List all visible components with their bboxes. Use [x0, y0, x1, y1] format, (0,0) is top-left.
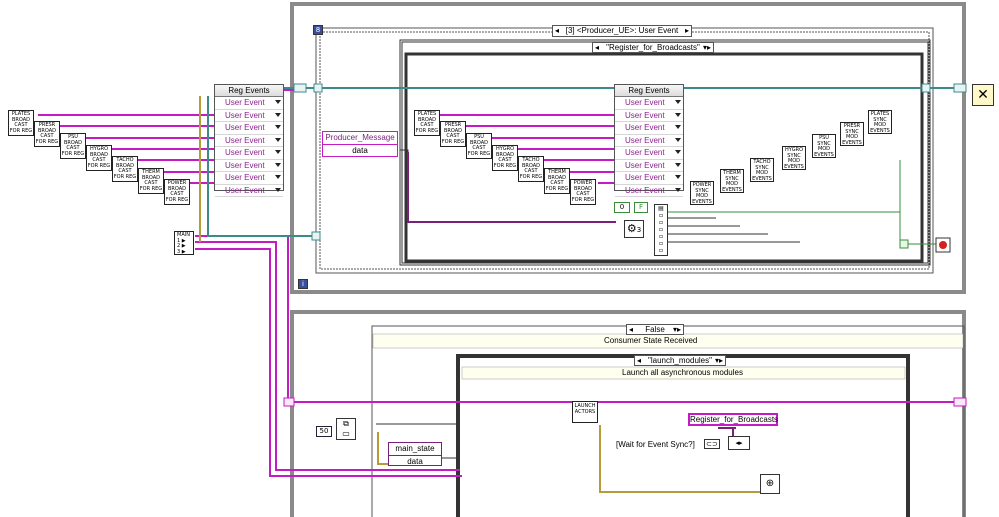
clear-errors-icon[interactable]: ✕ [972, 84, 994, 106]
therm-broadcast-node[interactable]: THERM BROAD CAST FOR REG [138, 168, 164, 194]
event-selector-label: [3] <Producer_UE>: User Event [565, 26, 679, 35]
build-array-icon[interactable]: ▤ ▫ ▫ ▫ ▫ ▫ ▫ [654, 204, 668, 256]
launch-actors-node[interactable]: LAUNCH ACTORS [572, 401, 598, 423]
boolean-constant-false[interactable]: F [634, 202, 648, 213]
tunnel-3 [921, 83, 931, 93]
psu-sync-node[interactable]: PSU SYNC MOD EVENTS [812, 134, 836, 158]
reg-events-node-outer[interactable]: Reg Events User Event User Event User Ev… [214, 84, 284, 197]
reg-event-row[interactable]: User Event [215, 185, 283, 197]
case-selector-label: "Register_for_Broadcasts" [606, 43, 700, 52]
tacho-broadcast-node[interactable]: TACHO BROAD CAST FOR REG [112, 156, 138, 182]
power-broadcast-node-inner[interactable]: POWER BROAD CAST FOR REG [570, 179, 596, 205]
consumer-case-label: False [645, 325, 665, 334]
gear-count: 3 [636, 226, 642, 234]
reg-event-row[interactable]: User Event [215, 147, 283, 160]
launch-case-prev[interactable]: ◂ [637, 356, 641, 366]
enqueue-icon[interactable]: ⊕ [760, 474, 780, 494]
main-state-node[interactable]: main_state data [388, 442, 442, 466]
launch-case-selector[interactable]: ◂ "launch_modules" ▾▸ [634, 355, 726, 366]
reg-event-row-inner[interactable]: User Event [615, 160, 683, 172]
presr-broadcast-node[interactable]: PRESR BROAD CAST FOR REG [34, 121, 60, 147]
reg-event-row-inner[interactable]: User Event [615, 122, 683, 135]
case-selector-prev[interactable]: ◂ [595, 43, 599, 53]
producer-message-field: data [352, 146, 368, 155]
stop-terminal[interactable] [935, 237, 951, 253]
reg-event-row[interactable]: User Event [215, 160, 283, 172]
producer-message-node[interactable]: Producer_Message data [322, 131, 398, 157]
reg-event-row[interactable]: User Event [215, 122, 283, 135]
tacho-sync-node[interactable]: TACHO SYNC MOD EVENTS [750, 158, 774, 182]
reg-event-row[interactable]: User Event [215, 97, 283, 110]
numeric-constant-50[interactable]: 50 [316, 426, 332, 437]
register-for-broadcasts-constant[interactable]: Register_for_Broadcasts [688, 413, 778, 426]
consumer-case-dropdown[interactable]: ▾▸ [673, 325, 681, 335]
gear-icon[interactable]: ⚙3 [624, 220, 644, 238]
plates-broadcast-node[interactable]: PLATES BROAD CAST FOR REG [8, 110, 34, 136]
event-selector-prev[interactable]: ◂ [555, 26, 559, 36]
loop-iteration-icon: 8 [313, 25, 323, 35]
plates-sync-node[interactable]: PLATES SYNC MOD EVENTS [868, 110, 892, 134]
wire-err-state [377, 432, 388, 465]
reg-event-row-inner[interactable]: User Event [615, 110, 683, 122]
block-diagram [38, 2, 967, 517]
event-selector-next[interactable]: ▸ [685, 26, 689, 36]
reg-events-node-inner[interactable]: Reg Events User Event User Event User Ev… [614, 84, 684, 197]
main-state-field: data [407, 457, 423, 466]
main-state-title: main_state [389, 443, 441, 456]
launch-case-label: "launch_modules" [648, 356, 712, 365]
reg-event-row-inner[interactable]: User Event [615, 185, 683, 197]
tunnel-4 [953, 83, 967, 93]
wire-stop [899, 160, 938, 245]
tunnel-8 [899, 239, 909, 249]
presr-broadcast-node-inner[interactable]: PRESR BROAD CAST FOR REG [440, 121, 466, 147]
event-selector[interactable]: ◂ [3] <Producer_UE>: User Event ▸ [552, 25, 692, 37]
reg-event-row[interactable]: User Event [215, 110, 283, 122]
dequeue-icon[interactable]: ⧉ ▭ [336, 418, 356, 440]
presr-sync-node[interactable]: PRESR SYNC MOD EVENTS [840, 122, 864, 146]
consumer-case-selector[interactable]: ◂ False ▾▸ [626, 324, 684, 335]
hygro-sync-node[interactable]: HYGRO SYNC MOD EVENTS [782, 146, 806, 170]
launch-case-dropdown[interactable]: ▾▸ [715, 356, 723, 366]
tacho-broadcast-node-inner[interactable]: TACHO BROAD CAST FOR REG [518, 156, 544, 182]
select-icon[interactable]: ◂▸ [728, 436, 750, 450]
consumer-case-prev[interactable]: ◂ [629, 325, 633, 335]
reg-event-row-inner[interactable]: User Event [615, 172, 683, 185]
reg-events-inner-title: Reg Events [615, 85, 683, 97]
power-sync-node[interactable]: POWER SYNC MOD EVENTS [690, 181, 714, 205]
psu-broadcast-node[interactable]: PSU BROAD CAST FOR REG [60, 133, 86, 159]
launch-case-title: Launch all asynchronous modules [622, 368, 743, 377]
numeric-constant-zero[interactable]: 0 [614, 202, 630, 213]
reg-event-row-inner[interactable]: User Event [615, 97, 683, 110]
hygro-broadcast-node-inner[interactable]: HYGRO BROAD CAST FOR REG [492, 145, 518, 171]
wait-for-event-sync-label: [Wait for Event Sync?] [616, 440, 695, 449]
main-bundle-node[interactable]: MAIN 1 ▶ 2 ▶ 3 ▶ [174, 231, 194, 255]
power-broadcast-node[interactable]: POWER BROAD CAST FOR REG [164, 179, 190, 205]
consumer-case-title: Consumer State Received [604, 336, 698, 345]
tunnel-2 [313, 83, 323, 93]
therm-broadcast-node-inner[interactable]: THERM BROAD CAST FOR REG [544, 168, 570, 194]
reg-events-title: Reg Events [215, 85, 283, 97]
tunnel-7 [311, 231, 321, 241]
reg-event-row[interactable]: User Event [215, 135, 283, 147]
tunnel-6 [953, 397, 967, 407]
producer-message-title: Producer_Message [323, 132, 397, 145]
therm-sync-node[interactable]: THERM SYNC MOD EVENTS [720, 169, 744, 193]
case-selector-register[interactable]: ◂ "Register_for_Broadcasts" ▾▸ [592, 42, 714, 53]
boolean-indicator-icon[interactable]: ⊂⊃ [704, 439, 720, 449]
reg-event-row-inner[interactable]: User Event [615, 147, 683, 160]
case-selector-dropdown[interactable]: ▾▸ [703, 43, 711, 53]
tunnel-5 [283, 397, 295, 407]
plates-broadcast-node-inner[interactable]: PLATES BROAD CAST FOR REG [414, 110, 440, 136]
reg-event-row[interactable]: User Event [215, 172, 283, 185]
psu-broadcast-node-inner[interactable]: PSU BROAD CAST FOR REG [466, 133, 492, 159]
register-string-label: Register_for_Broadcasts [690, 415, 779, 424]
loop-info-icon: i [298, 279, 308, 289]
tunnel-1 [293, 83, 307, 93]
hygro-broadcast-node[interactable]: HYGRO BROAD CAST FOR REG [86, 145, 112, 171]
reg-event-row-inner[interactable]: User Event [615, 135, 683, 147]
